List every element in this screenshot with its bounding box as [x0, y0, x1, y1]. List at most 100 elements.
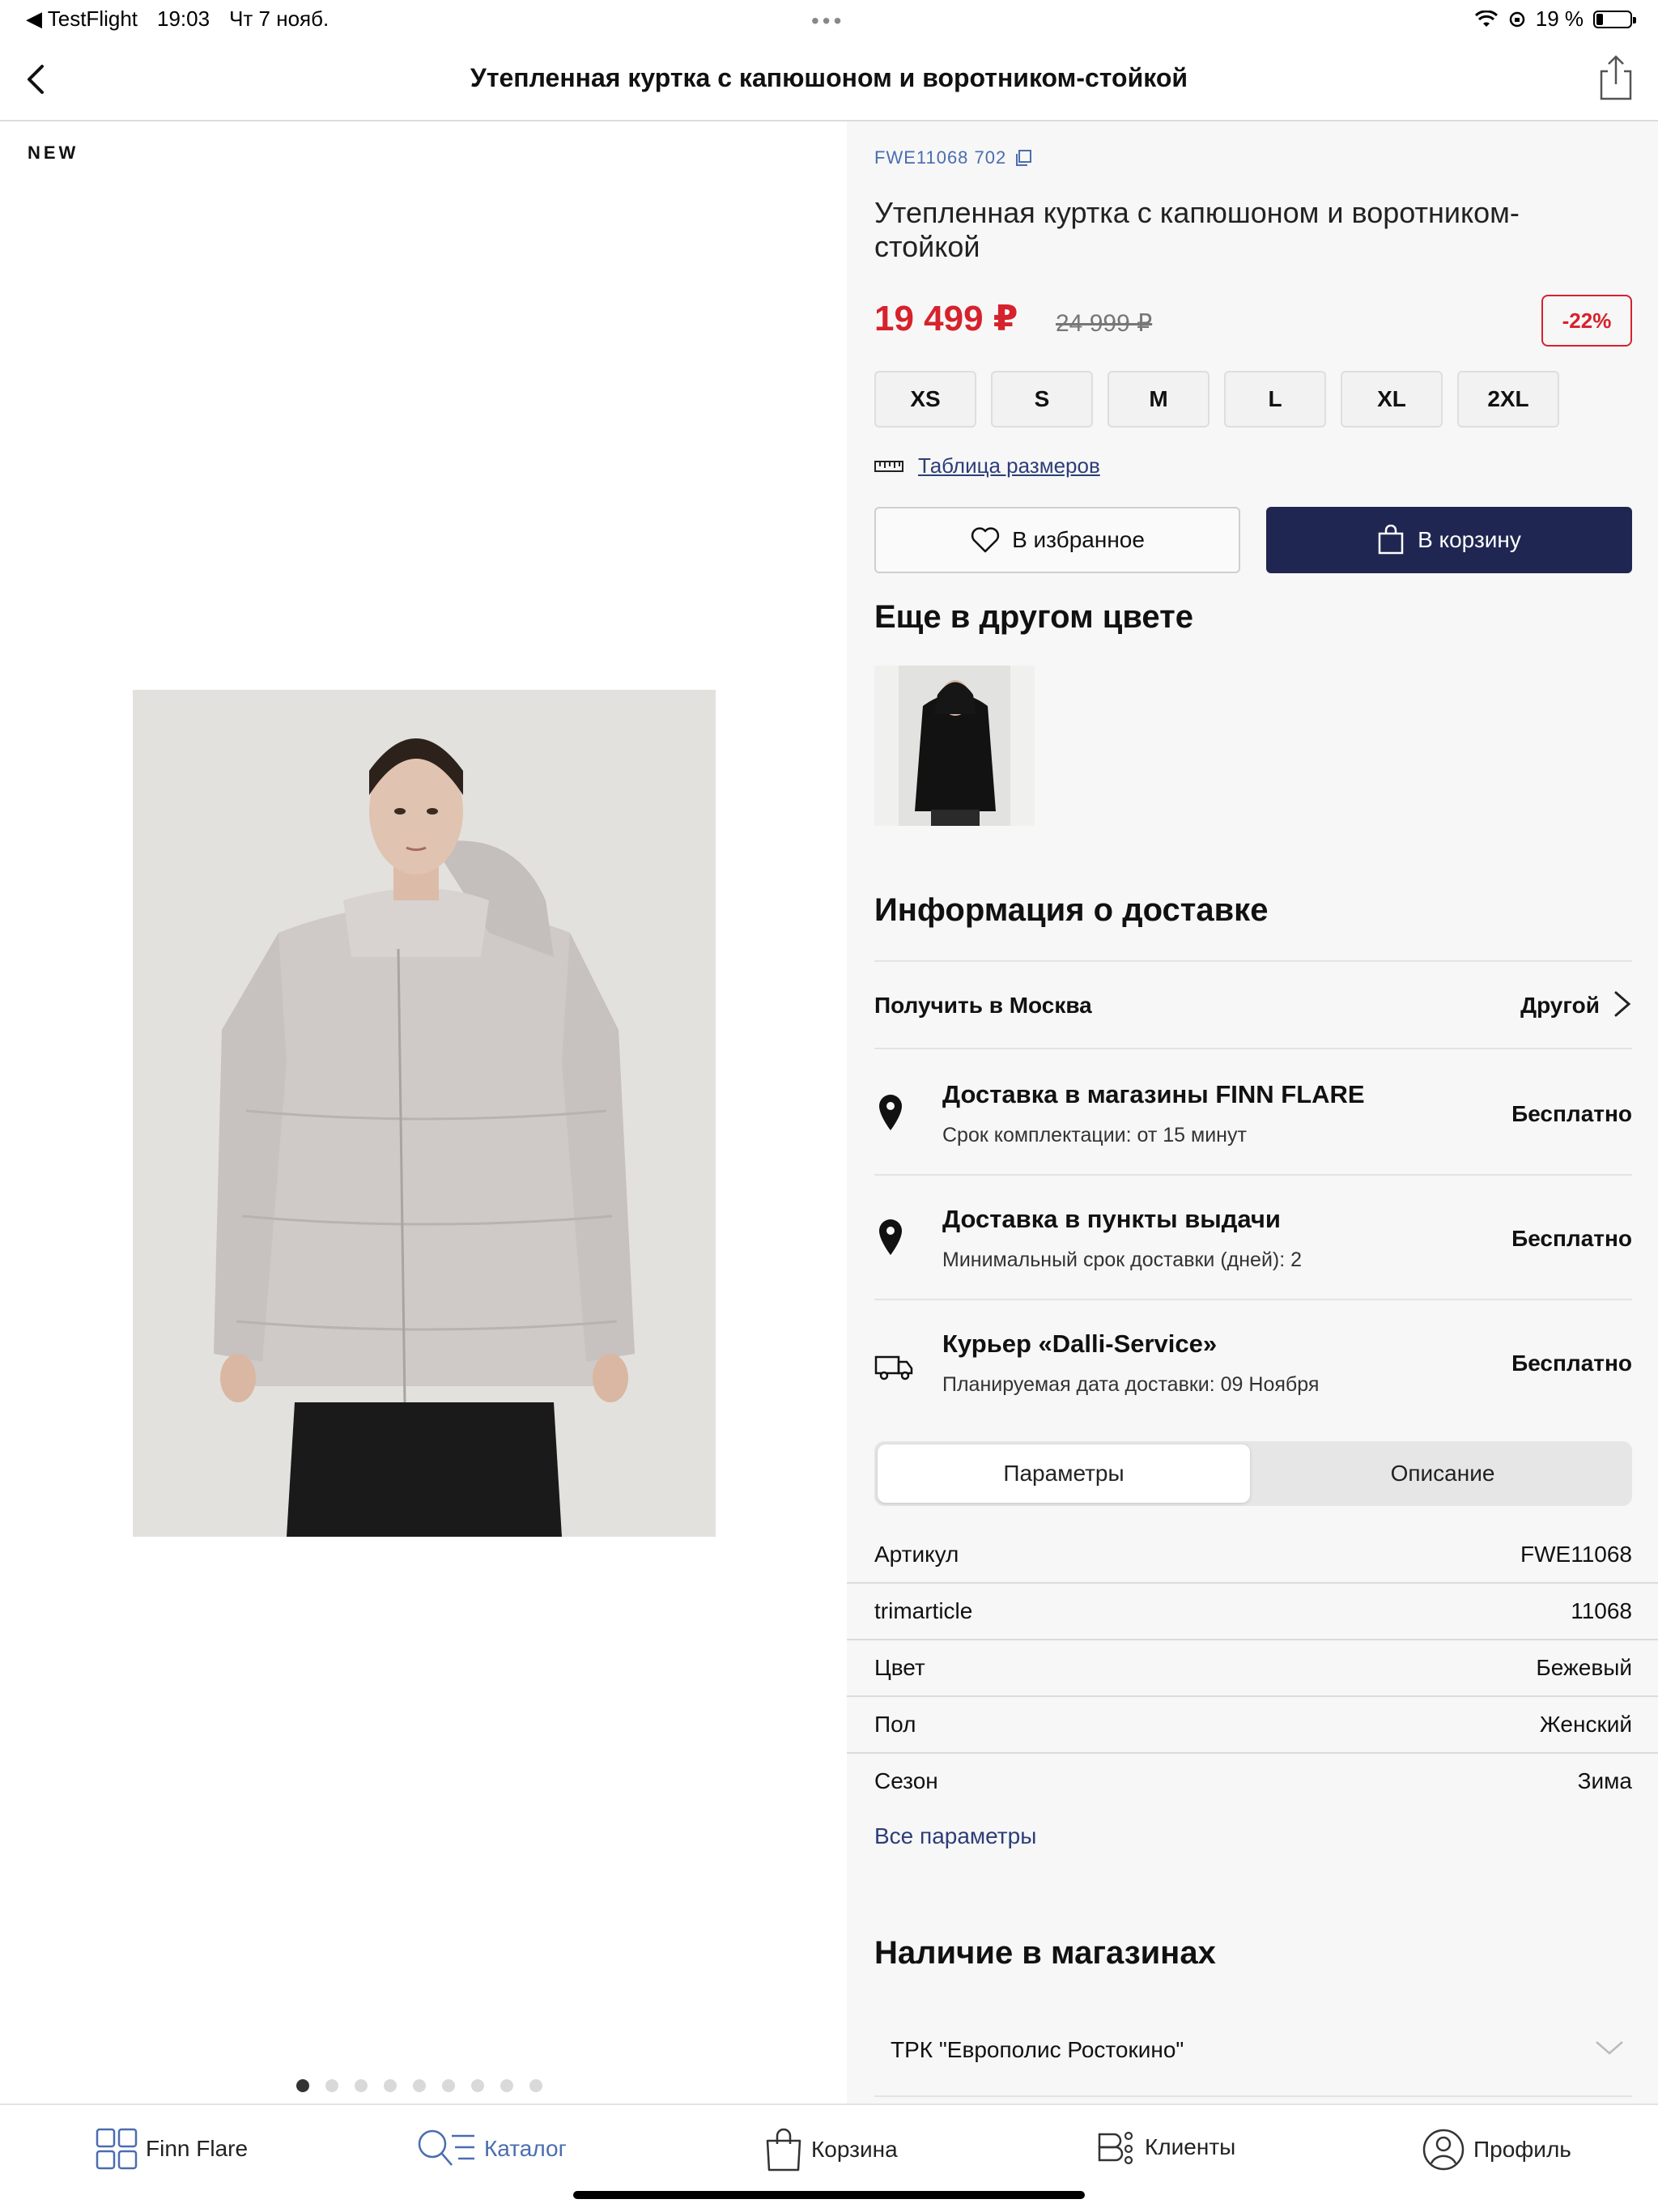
status-date: Чт 7 нояб.	[229, 6, 329, 31]
home-indicator[interactable]	[573, 2191, 1085, 2199]
add-to-cart-button[interactable]: В корзину	[1266, 507, 1632, 573]
product-photo[interactable]	[133, 690, 716, 1537]
size-table-link[interactable]: Таблица размеров	[874, 453, 1632, 479]
delivery-option-pickup-points: Доставка в пункты выдачи Минимальный сро…	[874, 1176, 1632, 1300]
size-option-xl[interactable]: XL	[1341, 371, 1443, 428]
all-parameters-link[interactable]: Все параметры	[874, 1823, 1632, 1849]
pager-dot[interactable]	[529, 2079, 542, 2092]
old-price: 24 999 ₽	[1056, 310, 1153, 337]
param-value: FWE11068	[1520, 1542, 1632, 1567]
tab-parameters[interactable]: Параметры	[878, 1444, 1250, 1503]
other-color-thumbnail[interactable]	[874, 666, 1035, 826]
size-selector: XS S M L XL 2XL	[874, 371, 1632, 428]
status-time: 19:03	[157, 6, 210, 31]
delivery-option-courier: Курьер «Dalli-Service» Планируемая дата …	[874, 1300, 1632, 1425]
param-key: trimarticle	[874, 1598, 973, 1623]
param-value: Женский	[1539, 1712, 1632, 1737]
product-title: Утепленная куртка с капюшоном и воротник…	[874, 196, 1520, 263]
delivery-option-stores: Доставка в магазины FINN FLARE Срок комп…	[874, 1051, 1632, 1176]
heart-icon	[971, 527, 1000, 553]
shopping-bag-icon	[1378, 525, 1404, 555]
delivery-option-price: Бесплатно	[1511, 1101, 1632, 1126]
back-to-app-link[interactable]: ◀ TestFlight	[26, 6, 138, 32]
size-option-2xl[interactable]: 2XL	[1457, 371, 1559, 428]
wifi-icon	[1474, 10, 1498, 27]
tab-cart[interactable]: Корзина	[764, 2128, 898, 2172]
copy-icon[interactable]	[1014, 149, 1032, 167]
tab-profile[interactable]: Профиль	[1422, 2128, 1571, 2172]
tab-finn-flare[interactable]: Finn Flare	[96, 2128, 248, 2170]
param-value: Бежевый	[1536, 1655, 1632, 1680]
product-actions: В избранное В корзину	[874, 507, 1632, 573]
param-row: Цвет Бежевый	[847, 1640, 1658, 1697]
current-price: 19 499 ₽	[874, 299, 1018, 338]
tab-label: Каталог	[484, 2136, 567, 2161]
truck-icon	[874, 1355, 913, 1380]
clients-icon	[1098, 2131, 1133, 2165]
delivery-option-title: Доставка в пункты выдачи	[942, 1205, 1281, 1233]
size-table-label: Таблица размеров	[918, 453, 1100, 478]
pager-dot[interactable]	[296, 2079, 309, 2092]
location-pin-icon	[879, 1095, 902, 1130]
chevron-right-icon	[1614, 991, 1631, 1017]
tab-catalog[interactable]: Каталог	[416, 2128, 567, 2170]
pickup-city-row[interactable]: Получить в Москва Другой	[874, 960, 1632, 1049]
delivery-option-title: Курьер «Dalli-Service»	[942, 1329, 1218, 1358]
param-row: Сезон Зима	[847, 1754, 1658, 1810]
param-key: Пол	[874, 1712, 916, 1737]
delivery-option-price: Бесплатно	[1511, 1351, 1632, 1376]
location-pin-icon	[879, 1219, 902, 1255]
param-value: 11068	[1571, 1598, 1632, 1623]
pager-dot[interactable]	[325, 2079, 338, 2092]
param-row: Артикул FWE11068	[847, 1527, 1658, 1584]
product-photo-illustration	[133, 690, 716, 1537]
delivery-option-subtitle: Планируемая дата доставки: 09 Ноября	[942, 1373, 1320, 1396]
page-title: Утепленная куртка с капюшоном и воротник…	[470, 63, 1188, 92]
pager-dot[interactable]	[471, 2079, 484, 2092]
sku-text: FWE11068 702	[874, 147, 1007, 168]
battery-icon	[1593, 10, 1636, 28]
price-row: 19 499 ₽ 24 999 ₽ -22%	[874, 295, 1632, 347]
add-to-favorites-button[interactable]: В избранное	[874, 507, 1240, 573]
param-row: trimarticle 11068	[847, 1584, 1658, 1640]
other-colors-heading: Еще в другом цвете	[874, 599, 1193, 635]
grid-icon	[96, 2128, 138, 2170]
size-option-m[interactable]: M	[1107, 371, 1209, 428]
orientation-lock-icon	[1509, 11, 1524, 27]
tab-label: Клиенты	[1145, 2134, 1236, 2159]
pickup-city-label: Получить в Москва	[874, 993, 1092, 1018]
share-icon[interactable]	[1593, 53, 1639, 102]
info-tabs: Параметры Описание	[874, 1441, 1632, 1506]
ruler-icon	[874, 460, 903, 472]
discount-badge: -22%	[1541, 295, 1632, 347]
delivery-option-price: Бесплатно	[1511, 1226, 1632, 1251]
battery-percent: 19 %	[1535, 6, 1584, 31]
favorites-label: В избранное	[1012, 527, 1145, 552]
pager-dot[interactable]	[355, 2079, 368, 2092]
param-key: Цвет	[874, 1655, 925, 1680]
bag-icon	[766, 2128, 801, 2172]
product-sku: FWE11068 702	[874, 147, 1632, 168]
size-option-l[interactable]: L	[1224, 371, 1326, 428]
chevron-down-icon	[1596, 2041, 1623, 2055]
param-value: Зима	[1577, 1768, 1632, 1793]
delivery-option-subtitle: Срок комплектации: от 15 минут	[942, 1124, 1247, 1146]
param-key: Сезон	[874, 1768, 938, 1793]
pager-dot[interactable]	[442, 2079, 455, 2092]
size-option-xs[interactable]: XS	[874, 371, 976, 428]
tab-description[interactable]: Описание	[1256, 1444, 1629, 1503]
catalog-search-icon	[418, 2129, 474, 2166]
pager-dot[interactable]	[500, 2079, 513, 2092]
param-row: Пол Женский	[847, 1697, 1658, 1754]
tab-clients[interactable]: Клиенты	[1093, 2128, 1235, 2167]
store-availability-row[interactable]: ТРК "Европолис Ростокино"	[874, 2008, 1632, 2097]
multitasking-dots-icon[interactable]: •••	[811, 8, 844, 34]
gallery-pager[interactable]	[296, 2079, 542, 2092]
store-name: ТРК "Европолис Ростокино"	[891, 2037, 1184, 2062]
pager-dot[interactable]	[413, 2079, 426, 2092]
delivery-option-subtitle: Минимальный срок доставки (дней): 2	[942, 1249, 1303, 1271]
store-availability-heading: Наличие в магазинах	[874, 1935, 1216, 1971]
status-bar: ◀ TestFlight 19:03 Чт 7 нояб. ••• 19 %	[0, 0, 1658, 39]
size-option-s[interactable]: S	[991, 371, 1093, 428]
pager-dot[interactable]	[384, 2079, 397, 2092]
